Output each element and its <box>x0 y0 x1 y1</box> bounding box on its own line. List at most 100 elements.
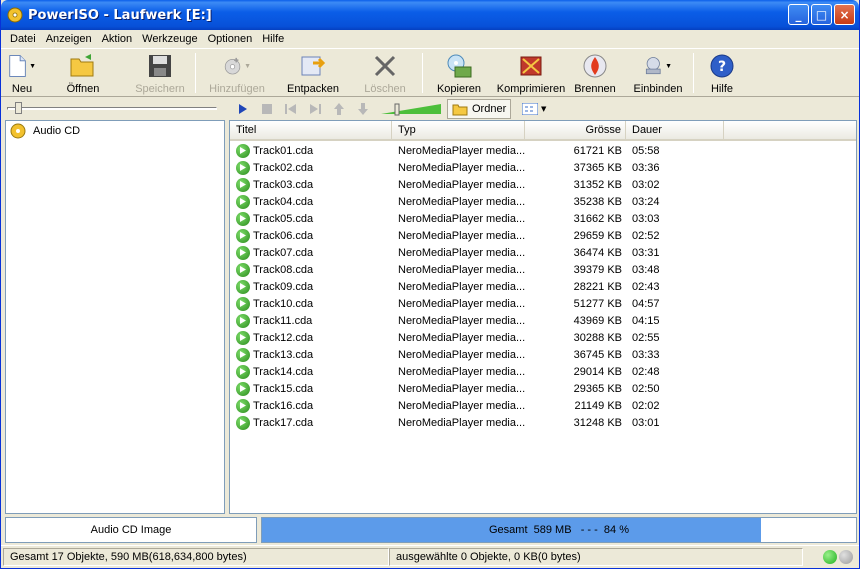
table-row[interactable]: Track15.cda NeroMediaPlayer media... 29365… <box>230 380 856 397</box>
burn-button[interactable]: Brennen <box>567 49 623 95</box>
compress-button[interactable]: Komprimieren <box>495 49 567 95</box>
file-type: NeroMediaPlayer media... <box>398 144 525 157</box>
file-name: Track05.cda <box>253 212 314 225</box>
menu-werkzeuge[interactable]: Werkzeuge <box>137 33 202 45</box>
status-leds <box>823 549 853 564</box>
table-row[interactable]: Track11.cda NeroMediaPlayer media... 43969… <box>230 312 856 329</box>
copy-button[interactable]: Kopieren <box>423 49 495 95</box>
skip-back-icon <box>285 103 296 114</box>
dropdown-arrow-icon[interactable]: ▼ <box>665 63 672 70</box>
audio-track-icon <box>236 364 250 379</box>
table-row[interactable]: Track03.cda NeroMediaPlayer media... 31352… <box>230 176 856 193</box>
table-row[interactable]: Track04.cda NeroMediaPlayer media... 35238… <box>230 193 856 210</box>
dropdown-arrow-icon[interactable]: ▼ <box>29 63 36 70</box>
file-name-cell: Track01.cda <box>230 143 392 158</box>
column-header-type[interactable]: Typ <box>392 121 525 139</box>
file-name-cell: Track06.cda <box>230 228 392 243</box>
new-button[interactable]: ▼ Neu <box>3 49 41 95</box>
menu-anzeigen[interactable]: Anzeigen <box>41 33 97 45</box>
file-list[interactable]: Titel Typ Grösse Dauer Track01.cda NeroMe… <box>229 120 857 514</box>
table-row[interactable]: Track05.cda NeroMediaPlayer media... 31662… <box>230 210 856 227</box>
arrow-down-icon <box>358 102 368 115</box>
audio-track-icon <box>236 211 250 226</box>
progress-text: Gesamt 589 MB - - - 84 % <box>489 524 629 536</box>
extract-button[interactable]: Entpacken <box>278 49 348 95</box>
move-up-button[interactable] <box>327 99 351 119</box>
table-row[interactable]: Track02.cda NeroMediaPlayer media... 37365… <box>230 159 856 176</box>
column-header-filler <box>724 121 856 139</box>
table-row[interactable]: Track08.cda NeroMediaPlayer media... 39379… <box>230 261 856 278</box>
table-row[interactable]: Track12.cda NeroMediaPlayer media... 30288… <box>230 329 856 346</box>
add-label: Hinzufügen <box>209 83 265 95</box>
table-row[interactable]: Track14.cda NeroMediaPlayer media... 29014… <box>230 363 856 380</box>
table-row[interactable]: Track17.cda NeroMediaPlayer media... 31248… <box>230 414 856 431</box>
file-size: 61721 KB <box>573 144 622 157</box>
file-type: NeroMediaPlayer media... <box>398 365 525 378</box>
stop-button[interactable] <box>255 99 279 119</box>
file-name-cell: Track14.cda <box>230 364 392 379</box>
help-button[interactable]: ? Hilfe <box>694 49 750 95</box>
file-duration: 02:02 <box>632 399 660 412</box>
column-header-title[interactable]: Titel <box>230 121 392 139</box>
minimize-button[interactable]: _ <box>788 4 809 25</box>
column-header-duration[interactable]: Dauer <box>626 121 724 139</box>
menu-optionen[interactable]: Optionen <box>203 33 258 45</box>
extract-label: Entpacken <box>287 83 339 95</box>
folder-tree[interactable]: Audio CD <box>5 120 225 514</box>
open-button[interactable]: Öffnen <box>41 49 125 95</box>
previous-button[interactable] <box>279 99 303 119</box>
table-row[interactable]: Track09.cda NeroMediaPlayer media... 28221… <box>230 278 856 295</box>
dropdown-arrow-icon[interactable]: ▼ <box>244 63 251 70</box>
file-duration: 02:43 <box>632 280 660 293</box>
audio-track-icon <box>236 313 250 328</box>
menu-aktion[interactable]: Aktion <box>97 33 138 45</box>
window-title: PowerISO - Laufwerk [E:] <box>28 7 212 23</box>
move-down-button[interactable] <box>351 99 375 119</box>
play-button[interactable] <box>231 99 255 119</box>
image-type-selector[interactable]: Audio CD Image <box>5 517 257 543</box>
volume-slider[interactable] <box>381 102 441 116</box>
menu-hilfe[interactable]: Hilfe <box>257 33 289 45</box>
table-row[interactable]: Track06.cda NeroMediaPlayer media... 29659… <box>230 227 856 244</box>
file-duration: 03:31 <box>632 246 660 259</box>
next-button[interactable] <box>303 99 327 119</box>
svg-text:?: ? <box>718 59 726 75</box>
table-row[interactable]: Track01.cda NeroMediaPlayer media... 61721… <box>230 142 856 159</box>
table-row[interactable]: Track07.cda NeroMediaPlayer media... 36474… <box>230 244 856 261</box>
slider-thumb[interactable] <box>15 102 22 114</box>
save-button[interactable]: Speichern <box>125 49 195 95</box>
audio-cd-icon <box>10 123 26 139</box>
table-row[interactable]: Track16.cda NeroMediaPlayer media... 21149… <box>230 397 856 414</box>
delete-button[interactable]: Löschen <box>348 49 422 95</box>
file-name: Track16.cda <box>253 399 314 412</box>
audio-track-icon <box>236 143 250 158</box>
file-type: NeroMediaPlayer media... <box>398 280 525 293</box>
file-duration: 05:58 <box>632 144 660 157</box>
column-header-size[interactable]: Grösse <box>525 121 626 139</box>
close-button[interactable]: × <box>834 4 855 25</box>
audio-track-icon <box>236 381 250 396</box>
file-size: 30288 KB <box>573 331 622 344</box>
dropdown-arrow-icon[interactable]: ▼ <box>541 105 546 113</box>
table-row[interactable]: Track13.cda NeroMediaPlayer media... 36745… <box>230 346 856 363</box>
maximize-button[interactable]: □ <box>811 4 832 25</box>
file-name: Track11.cda <box>253 314 313 327</box>
tree-item-audio-cd[interactable]: Audio CD <box>10 123 83 139</box>
add-button[interactable]: ▼ Hinzufügen <box>196 49 278 95</box>
file-name: Track08.cda <box>253 263 314 276</box>
file-name: Track12.cda <box>253 331 314 344</box>
title-bar[interactable]: PowerISO - Laufwerk [E:] _ □ × <box>1 0 859 30</box>
file-name: Track10.cda <box>253 297 314 310</box>
mount-button[interactable]: ▼ Einbinden <box>623 49 693 95</box>
folder-button[interactable]: Ordner <box>447 98 512 119</box>
file-size: 29659 KB <box>573 229 622 242</box>
file-size: 39379 KB <box>573 263 622 276</box>
file-type: NeroMediaPlayer media... <box>398 161 525 174</box>
menu-datei[interactable]: Datei <box>5 33 41 45</box>
tree-slider[interactable] <box>7 102 217 115</box>
add-disc-icon: ▼ <box>223 52 251 80</box>
file-name: Track15.cda <box>253 382 314 395</box>
view-mode-button[interactable]: ▼ <box>517 99 551 119</box>
table-row[interactable]: Track10.cda NeroMediaPlayer media... 51277… <box>230 295 856 312</box>
file-duration: 03:03 <box>632 212 660 225</box>
